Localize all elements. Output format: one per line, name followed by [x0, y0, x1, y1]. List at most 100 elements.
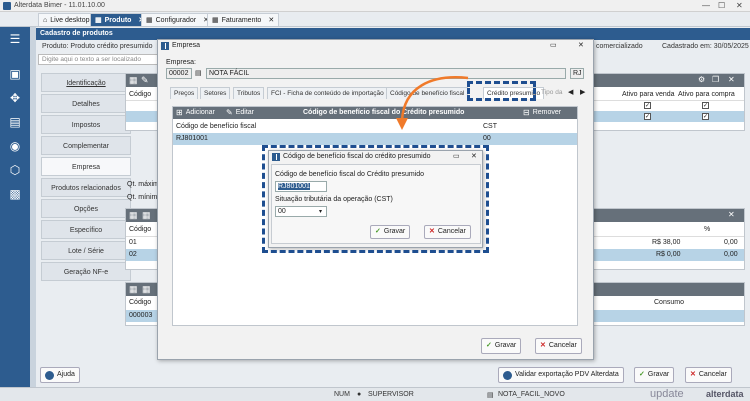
- tab-label: Faturamento: [221, 16, 262, 24]
- database-icon[interactable]: ◉: [7, 139, 23, 153]
- col-codigo: Código: [129, 299, 152, 306]
- settings-icon[interactable]: ⚙: [698, 75, 705, 84]
- maximize-button[interactable]: ☐: [718, 1, 725, 10]
- ativo-compra-checkbox[interactable]: ✓: [702, 102, 709, 109]
- row-codigo: 000003: [129, 312, 153, 319]
- nav-especifico[interactable]: Específico: [41, 220, 131, 239]
- edit-icon: ✎: [226, 108, 233, 117]
- nav-detalhes[interactable]: Detalhes: [41, 94, 131, 113]
- row-valor: R$ 38,00: [652, 239, 681, 246]
- search-input[interactable]: Digite aqui o texto a ser localizado: [38, 54, 158, 65]
- nav-lote-serie[interactable]: Lote / Série: [41, 241, 131, 260]
- ativo-compra-checkbox[interactable]: ✓: [702, 113, 709, 120]
- nav-impostos[interactable]: Impostos: [41, 115, 131, 134]
- highlight-beneficio-dialog: [262, 145, 489, 253]
- grid-icon[interactable]: ▦: [129, 284, 138, 295]
- tab-scroll-right-icon[interactable]: ▶: [580, 88, 585, 96]
- empresa-name-field: NOTA FÁCIL: [206, 68, 566, 79]
- grid-icon[interactable]: ▦: [129, 210, 138, 221]
- tab-tipo-da[interactable]: Tipo da: [538, 87, 565, 99]
- nav-label: Empresa: [71, 164, 100, 171]
- close-icon[interactable]: ✕: [728, 75, 735, 84]
- nav-identificacao[interactable]: Identificação: [41, 73, 131, 92]
- tab-fci[interactable]: FCI - Ficha de conteúdo de importação: [267, 87, 388, 99]
- ajuda-button[interactable]: Ajuda: [40, 367, 80, 383]
- nav-label: Lote / Série: [68, 248, 104, 255]
- status-bar: NUM ● SUPERVISOR ▤ NOTA_FACIL_NOVO updat…: [0, 387, 750, 401]
- menu-icon[interactable]: ☰: [7, 32, 23, 46]
- button-label: Gravar: [494, 342, 517, 349]
- nav-geracao-nfe[interactable]: Geração NF-e: [41, 262, 131, 281]
- tab-label: Live desktop: [50, 16, 90, 24]
- update-logo: update: [650, 388, 684, 400]
- tab-faturamento[interactable]: ▦ Faturamento ✕: [207, 13, 280, 27]
- tab-scroll-left-icon[interactable]: ◀: [568, 88, 573, 96]
- cadastrado-date: Cadastrado em: 30/05/2025: [662, 43, 749, 50]
- modules-icon[interactable]: ✥: [7, 91, 23, 105]
- edit-icon[interactable]: ✎: [141, 75, 149, 86]
- tab-live-desktop[interactable]: ⌂ Live desktop: [38, 13, 95, 26]
- dialog-titlebar: Empresa ▭ ✕: [158, 40, 593, 52]
- button-label: Validar exportação PDV Alterdata: [515, 371, 619, 378]
- nav-complementar[interactable]: Complementar: [41, 136, 131, 155]
- col-codigo: Código: [129, 226, 152, 233]
- nav-label: Identificação: [66, 80, 106, 87]
- ativo-venda-checkbox[interactable]: ✓: [644, 102, 651, 109]
- empresa-cancelar-button[interactable]: ✕ Cancelar: [535, 338, 582, 354]
- check-icon: ✓: [639, 371, 645, 378]
- plus-icon: ⊞: [176, 108, 183, 117]
- edit-button[interactable]: ✎ Editar: [226, 108, 254, 118]
- num-indicator: NUM: [334, 391, 350, 398]
- empresa-code-field[interactable]: 00002: [166, 68, 192, 79]
- minimize-button[interactable]: —: [702, 1, 710, 10]
- grid-add-icon[interactable]: ▦: [142, 210, 151, 221]
- product-name: Produto: Produto crédito presumido: [42, 43, 153, 50]
- dialog-title: Empresa: [172, 42, 201, 49]
- tab-precos[interactable]: Preços: [170, 87, 199, 99]
- validar-pdv-button[interactable]: Validar exportação PDV Alterdata: [498, 367, 624, 383]
- row-codigo: 01: [129, 239, 137, 246]
- cancelar-button[interactable]: ✕ Cancelar: [685, 367, 732, 383]
- nav-opcoes[interactable]: Opções: [41, 199, 131, 218]
- button-label: Cancelar: [548, 342, 577, 349]
- add-button[interactable]: ⊞ Adicionar: [176, 108, 215, 118]
- row-codigo: 02: [129, 251, 137, 258]
- gravar-button[interactable]: ✓ Gravar: [634, 367, 675, 383]
- app-tab-bar: ⌂ Live desktop ▦ Produto ✕ ▦ Configurado…: [0, 12, 750, 27]
- grid-icon: ▦: [146, 16, 153, 24]
- dashboard-icon[interactable]: ▣: [7, 67, 23, 81]
- reports-icon[interactable]: ▤: [7, 115, 23, 129]
- grid-icon[interactable]: ▦: [129, 75, 138, 86]
- close-icon[interactable]: ✕: [728, 210, 735, 219]
- minimize-icon[interactable]: ▭: [550, 40, 557, 52]
- row-cst: 00: [483, 135, 491, 142]
- ativo-venda-checkbox[interactable]: ✓: [644, 113, 651, 120]
- close-icon[interactable]: ✕: [578, 40, 584, 52]
- minus-icon: ⊟: [523, 108, 530, 117]
- tab-setores[interactable]: Setores: [200, 87, 231, 99]
- remove-button[interactable]: ⊟ Remover: [523, 108, 561, 118]
- close-button[interactable]: ✕: [736, 1, 743, 10]
- app-icon: [3, 2, 11, 10]
- col-pct: %: [704, 226, 711, 233]
- tab-configurador[interactable]: ▦ Configurador ✕: [141, 13, 214, 26]
- help-icon: [45, 370, 54, 380]
- col-codigo-beneficio: Código de benefício fiscal: [176, 123, 257, 130]
- tab-tributos[interactable]: Tributos: [233, 87, 265, 99]
- nav-produtos-relacionados[interactable]: Produtos relacionados: [41, 178, 131, 197]
- home-icon: ⌂: [43, 16, 48, 24]
- close-tab-icon[interactable]: ✕: [268, 14, 274, 27]
- nav-empresa[interactable]: Empresa: [41, 157, 131, 176]
- tab-label: Configurador: [155, 16, 197, 24]
- copy-icon[interactable]: ❐: [712, 75, 719, 84]
- col-ativo-compra: Ativo para compra: [678, 91, 735, 98]
- button-label: Editar: [235, 109, 254, 116]
- table-row-selected[interactable]: RJ801001 00: [173, 133, 577, 145]
- search-icon[interactable]: ▤: [195, 69, 202, 77]
- empresa-gravar-button[interactable]: ✓ Gravar: [481, 338, 522, 354]
- apps-icon[interactable]: ▩: [7, 187, 23, 201]
- grid-add-icon[interactable]: ▦: [142, 284, 151, 295]
- grid-icon: ▦: [212, 16, 219, 24]
- network-icon[interactable]: ⬡: [7, 163, 23, 177]
- empresa-uf-field: RJ: [570, 68, 584, 79]
